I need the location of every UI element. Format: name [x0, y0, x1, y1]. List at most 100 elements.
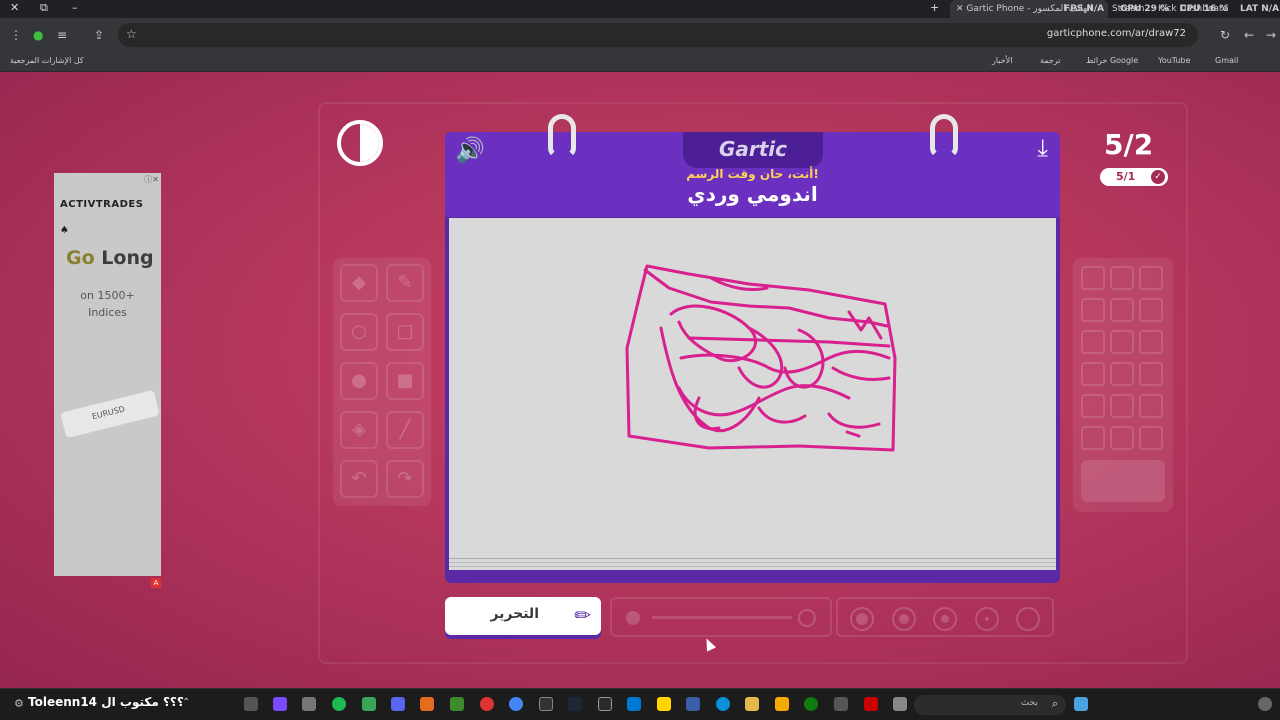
start-menu-icon[interactable] [1074, 697, 1088, 711]
app-icon-16[interactable] [686, 697, 700, 711]
selected-color-swatch[interactable] [1081, 460, 1165, 502]
tab-close-icon[interactable]: ✕ [956, 4, 966, 14]
ad-close-icon[interactable]: ⓘ✕ [144, 174, 159, 185]
app-icon-19[interactable] [775, 697, 789, 711]
spotify-icon[interactable] [332, 697, 346, 711]
drawing-canvas[interactable] [449, 218, 1056, 570]
media-icon[interactable]: ≡ [57, 28, 67, 42]
app-icon-23[interactable] [893, 697, 907, 711]
color-swatch[interactable] [1139, 298, 1163, 322]
bookmark-news[interactable]: الأخبار [992, 56, 1012, 65]
all-bookmarks-link[interactable]: كل الإشارات المرجعية [10, 56, 84, 65]
tray-chevron-icon[interactable]: ⌃ [182, 697, 190, 708]
taskbar-user-status: Toleenn14 ؟؟؟ مكتوب ال [28, 695, 184, 709]
new-tab-icon[interactable]: + [930, 1, 939, 14]
color-swatch[interactable] [1110, 362, 1134, 386]
epic-games-icon[interactable] [598, 697, 612, 711]
extension-icon[interactable]: ● [33, 28, 43, 42]
color-swatch[interactable] [1081, 394, 1105, 418]
fill-bucket-tool-icon[interactable]: ◈ [340, 411, 378, 449]
bookmark-star-icon[interactable]: ☆ [126, 27, 137, 41]
edit-button[interactable]: التحرير ✏ [445, 597, 601, 635]
color-swatch[interactable] [1110, 426, 1134, 450]
reload-icon[interactable]: ↻ [1220, 28, 1230, 42]
undo-icon[interactable]: ↶ [340, 460, 378, 498]
download-icon[interactable]: ⤓ [1037, 134, 1048, 162]
brush-size-1[interactable] [850, 607, 874, 631]
color-swatch[interactable] [1139, 394, 1163, 418]
fps-readout: FPS N/A [1064, 4, 1105, 14]
notification-icon[interactable] [1258, 697, 1272, 711]
brush-size-2[interactable] [892, 607, 916, 631]
color-swatch[interactable] [1081, 298, 1105, 322]
app-icon-2[interactable] [273, 697, 287, 711]
share-icon[interactable]: ⇪ [94, 28, 104, 42]
mail-icon[interactable] [627, 697, 641, 711]
lat-readout: LAT N/A [1240, 4, 1280, 14]
color-swatch[interactable] [1139, 362, 1163, 386]
color-swatch[interactable] [1081, 362, 1105, 386]
app-icon-1[interactable] [244, 697, 258, 711]
color-swatch[interactable] [1139, 266, 1163, 290]
advertisement[interactable]: ⓘ✕ ACTIVTRADES ♠ Go Long on 1500+ Indice… [54, 173, 161, 588]
opacity-slider[interactable] [610, 597, 832, 637]
chrome-icon[interactable] [509, 697, 523, 711]
brush-size-3[interactable] [933, 607, 957, 631]
edge-icon[interactable] [716, 697, 730, 711]
bookmark-gmail[interactable]: Gmail [1215, 56, 1238, 65]
brush-size-4[interactable] [975, 607, 999, 631]
steam-icon[interactable] [568, 697, 582, 711]
app-icon-7[interactable] [420, 697, 434, 711]
app-icon-5[interactable] [362, 697, 376, 711]
bookmark-translate[interactable]: ترجمة [1040, 56, 1061, 65]
app-icon-9[interactable] [480, 697, 494, 711]
app-icon-15[interactable] [657, 697, 671, 711]
app-icon-11[interactable] [539, 697, 553, 711]
address-bar-row: ⋮ ● ≡ ⇪ ☆ garticphone.com/ar/draw72 ↻ ← … [0, 18, 1280, 52]
redo-icon[interactable]: ↷ [386, 460, 424, 498]
square-fill-tool-icon[interactable]: ■ [386, 362, 424, 400]
color-swatch[interactable] [1081, 426, 1105, 450]
color-swatch[interactable] [1110, 394, 1134, 418]
close-window-icon[interactable]: ✕ [10, 1, 19, 14]
app-icon-3[interactable] [302, 697, 316, 711]
slider-end-icon [798, 609, 816, 627]
color-swatch[interactable] [1081, 266, 1105, 290]
minimize-window-icon[interactable]: – [72, 1, 78, 14]
ad-line-2: Indices [88, 306, 127, 319]
eraser-tool-icon[interactable]: ◆ [340, 264, 378, 302]
netflix-icon[interactable] [864, 697, 878, 711]
brush-size-picker [836, 597, 1054, 637]
bookmark-maps[interactable]: خرائط Google [1086, 56, 1138, 65]
url-text: garticphone.com/ar/draw72 [1046, 28, 1186, 39]
back-icon[interactable]: ← [1244, 28, 1254, 42]
notebook-header: 🔊 ⤓ Gartic أنت، حان وقت الرسم! اندومي ور… [445, 132, 1060, 217]
taskbar-search[interactable]: بحث ⌕ [914, 695, 1066, 715]
circle-outline-tool-icon[interactable]: ○ [340, 313, 378, 351]
color-swatch[interactable] [1110, 298, 1134, 322]
forward-icon[interactable]: → [1266, 28, 1276, 42]
bookmark-youtube[interactable]: YouTube [1158, 56, 1191, 65]
color-swatch[interactable] [1110, 330, 1134, 354]
minecraft-icon[interactable] [450, 697, 464, 711]
slider-handle[interactable] [626, 611, 640, 625]
color-swatch[interactable] [1110, 266, 1134, 290]
url-bar[interactable]: ☆ garticphone.com/ar/draw72 [118, 23, 1198, 47]
app-icon-21[interactable] [834, 697, 848, 711]
slider-track [652, 616, 792, 619]
color-swatch[interactable] [1139, 330, 1163, 354]
square-outline-tool-icon[interactable]: □ [386, 313, 424, 351]
brush-size-5[interactable] [1016, 607, 1040, 631]
color-swatch[interactable] [1139, 426, 1163, 450]
color-swatch[interactable] [1081, 330, 1105, 354]
discord-icon[interactable] [391, 697, 405, 711]
xbox-icon[interactable] [804, 697, 818, 711]
menu-dots-icon[interactable]: ⋮ [10, 28, 22, 42]
file-explorer-icon[interactable] [745, 697, 759, 711]
sound-icon[interactable]: 🔊 [455, 136, 485, 164]
line-tool-icon[interactable]: ╱ [386, 411, 424, 449]
restore-window-icon[interactable]: ⧉ [40, 1, 48, 15]
pencil-tool-icon[interactable]: ✎ [386, 264, 424, 302]
circle-fill-tool-icon[interactable]: ● [340, 362, 378, 400]
contrast-toggle-icon[interactable] [337, 120, 383, 166]
